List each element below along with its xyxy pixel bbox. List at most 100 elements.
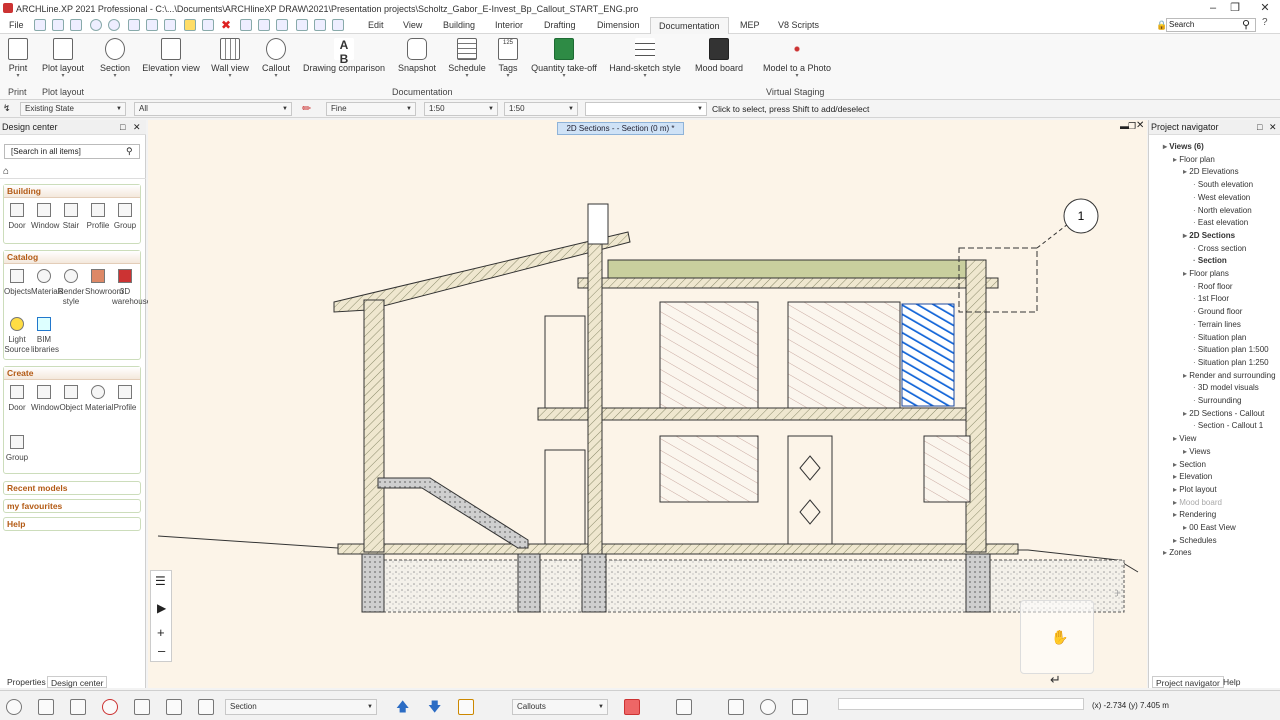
pen-icon[interactable]: ✏	[302, 102, 311, 115]
list-icon[interactable]: ☰	[155, 574, 166, 588]
snap-icon[interactable]	[70, 699, 86, 715]
layers-list-icon[interactable]	[198, 699, 214, 715]
scale-combo-2[interactable]: 1:50 ▼	[504, 102, 578, 116]
catalog-header[interactable]: Catalog	[4, 251, 140, 264]
callout-button[interactable]: Callout ▾	[260, 38, 292, 79]
navigator-item[interactable]: · Roof floor	[1193, 282, 1233, 292]
navigator-item[interactable]: · 1st Floor	[1193, 294, 1229, 304]
zoom-slider-icon[interactable]: +	[1114, 586, 1121, 600]
snapshot-button[interactable]: Snapshot	[396, 38, 438, 73]
arrow-up-icon[interactable]: 🡅	[396, 698, 409, 720]
print-button[interactable]: Print ▾	[4, 38, 32, 79]
create-header[interactable]: Create	[4, 367, 140, 380]
navigator-item[interactable]: ▸ 2D Sections - Callout	[1183, 409, 1264, 419]
navigator-item[interactable]: · South elevation	[1193, 180, 1253, 190]
more-tools-icon[interactable]	[332, 19, 344, 31]
navigator-item[interactable]: · 3D model visuals	[1193, 383, 1259, 393]
dc-render-style[interactable]: Render style	[58, 269, 84, 307]
navigator-item[interactable]: ▸ Views (6)	[1163, 142, 1204, 152]
pin-icon[interactable]: □	[120, 120, 125, 135]
navigator-item[interactable]: ▸ Mood board	[1173, 498, 1222, 508]
navigator-item[interactable]: · Situation plan	[1193, 333, 1246, 343]
menu-view[interactable]: View	[403, 17, 422, 34]
line-quick-icon[interactable]	[258, 19, 270, 31]
building-header[interactable]: Building	[4, 185, 140, 198]
dc-stair[interactable]: Stair	[58, 203, 84, 231]
view-close-icon[interactable]: ✕	[1136, 120, 1144, 131]
redo-icon[interactable]	[108, 19, 120, 31]
navigator-item[interactable]: ▸ Rendering	[1173, 510, 1216, 520]
create-window[interactable]: Window	[31, 385, 59, 413]
favourites-section[interactable]: my favourites	[3, 499, 141, 513]
brush-icon[interactable]	[184, 19, 196, 31]
navigator-item[interactable]: ▸ Section	[1173, 460, 1206, 470]
navigator-item[interactable]: · North elevation	[1193, 206, 1252, 216]
navigator-item[interactable]: ▸ Schedules	[1173, 536, 1217, 546]
restore-icon[interactable]: ❐	[1222, 0, 1248, 17]
navigator-close-icon[interactable]: ✕	[1269, 120, 1277, 135]
menu-documentation[interactable]: Documentation	[650, 17, 729, 34]
create-profile[interactable]: Profile	[112, 385, 138, 413]
menu-mep[interactable]: MEP	[740, 17, 760, 34]
measure-icon[interactable]	[728, 699, 744, 715]
section-drawing[interactable]: 1	[148, 120, 1147, 688]
select-icon[interactable]	[166, 699, 182, 715]
ortho-icon[interactable]	[134, 699, 150, 715]
schedule-button[interactable]: Schedule ▾	[446, 38, 488, 79]
tags-button[interactable]: 125 Tags ▾	[494, 38, 522, 79]
create-group[interactable]: Group	[4, 435, 30, 463]
navigator-item[interactable]: · Terrain lines	[1193, 320, 1241, 330]
navigator-item[interactable]: ▸ 00 East View	[1183, 523, 1236, 533]
menu-v8-scripts[interactable]: V8 Scripts	[778, 17, 819, 34]
create-door[interactable]: Door	[4, 385, 30, 413]
menu-drafting[interactable]: Drafting	[544, 17, 576, 34]
copy-icon[interactable]	[146, 19, 158, 31]
link-icon[interactable]	[792, 699, 808, 715]
pick-icon[interactable]	[202, 19, 214, 31]
create-object[interactable]: Object	[58, 385, 84, 413]
line-style-combo[interactable]: Fine ▼	[326, 102, 416, 116]
navigator-item[interactable]: ▸ Views	[1183, 447, 1210, 457]
layer-combo[interactable]: All ▼	[134, 102, 292, 116]
grid-icon[interactable]	[38, 699, 54, 715]
navigator-item[interactable]: · East elevation	[1193, 218, 1248, 228]
pin-icon[interactable]: □	[1257, 120, 1262, 135]
elevation-view-button[interactable]: Elevation view ▾	[142, 38, 200, 79]
panel-close-icon[interactable]: ✕	[133, 120, 141, 135]
dc-light-source[interactable]: Light Source	[4, 317, 30, 355]
view-tab[interactable]: 2D Sections - - Section (0 m) *	[557, 122, 684, 135]
navigator-item[interactable]: ▸ 2D Sections	[1183, 231, 1235, 241]
play-icon[interactable]: ▶	[157, 601, 166, 615]
help-section[interactable]: Help	[3, 517, 141, 531]
navigator-item[interactable]: · West elevation	[1193, 193, 1250, 203]
navigator-item[interactable]: · Situation plan 1:500	[1193, 345, 1269, 355]
dc-objects[interactable]: Objects	[4, 269, 31, 297]
mood-board-button[interactable]: Mood board	[690, 38, 748, 73]
camera-nav-icon[interactable]	[760, 699, 776, 715]
settings-icon[interactable]	[6, 699, 22, 715]
close-icon[interactable]: ✕	[1252, 0, 1278, 17]
menu-interior[interactable]: Interior	[495, 17, 523, 34]
trim-icon[interactable]	[296, 19, 308, 31]
view-combo[interactable]: Section ▼	[225, 699, 377, 715]
callouts-combo[interactable]: Callouts ▼	[512, 699, 608, 715]
undo-icon[interactable]	[90, 19, 102, 31]
plot-layout-button[interactable]: Plot layout ▾	[40, 38, 86, 79]
navigator-item[interactable]: ▸ 2D Elevations	[1183, 167, 1239, 177]
menu-edit[interactable]: Edit	[368, 17, 384, 34]
navigator-item[interactable]: ▸ Elevation	[1173, 472, 1212, 482]
empty-combo[interactable]: ▼	[585, 102, 707, 116]
dc-materials[interactable]: Materials	[31, 269, 63, 297]
pan-hand-icon[interactable]: ✋	[1051, 629, 1068, 646]
tab-project-navigator[interactable]: Project navigator	[1152, 676, 1224, 688]
navigator-item[interactable]: ▸ Floor plans	[1183, 269, 1229, 279]
navigator-item[interactable]: ▸ View	[1173, 434, 1196, 444]
navigator-item[interactable]: · Section - Callout 1	[1193, 421, 1263, 431]
navigator-item[interactable]: · Surrounding	[1193, 396, 1241, 406]
navigator-item[interactable]: ▸ Zones	[1163, 548, 1191, 558]
navigator-item[interactable]: · Section	[1193, 256, 1227, 266]
wall-quick-icon[interactable]	[240, 19, 252, 31]
offset-icon[interactable]	[314, 19, 326, 31]
tab-design-center[interactable]: Design center	[47, 676, 108, 688]
command-input[interactable]	[838, 698, 1084, 710]
